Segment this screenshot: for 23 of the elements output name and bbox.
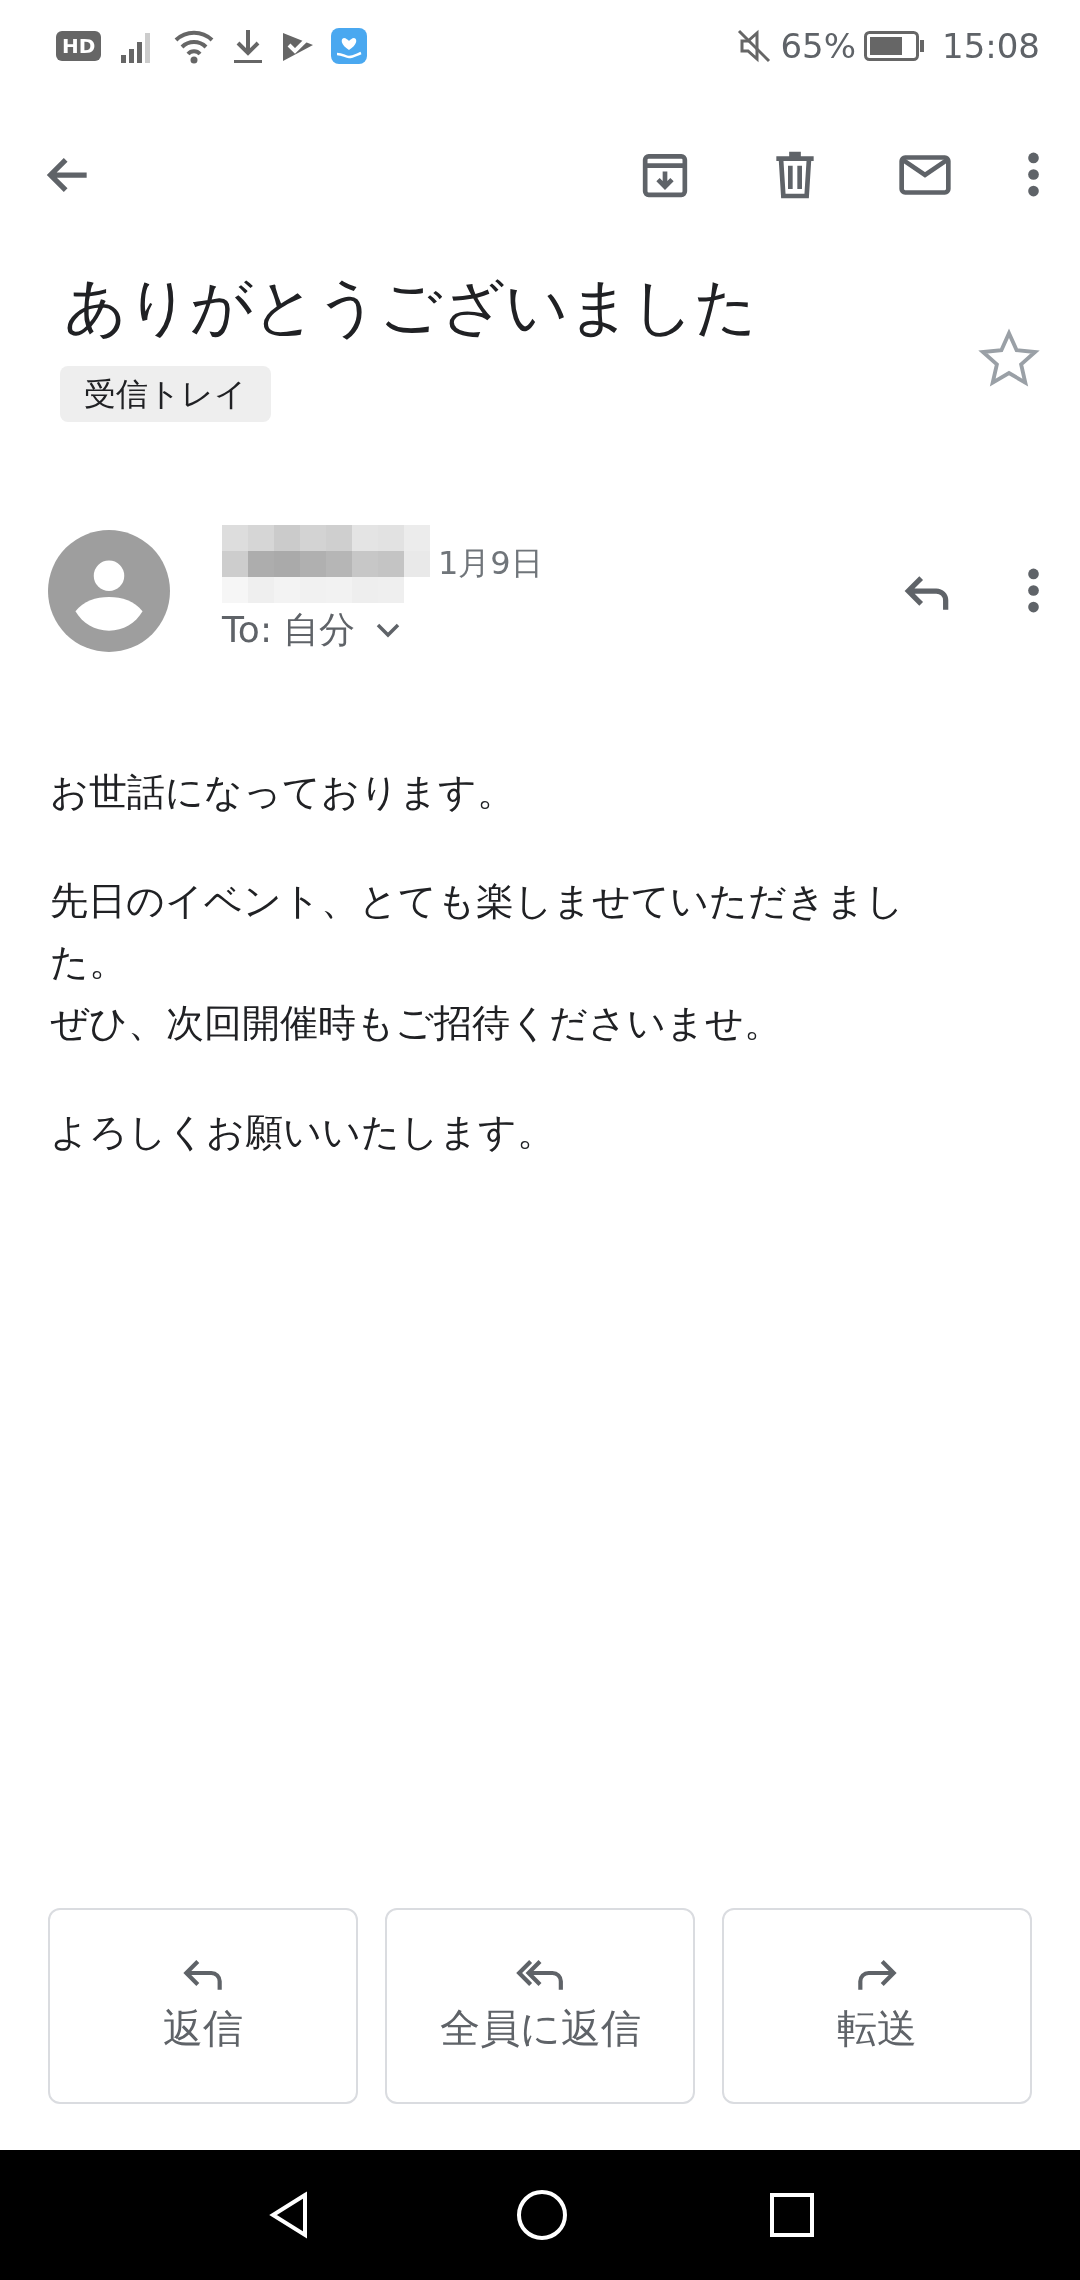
- more-options-icon: [1027, 568, 1040, 614]
- reply-button[interactable]: 返信: [48, 1908, 358, 2104]
- more-options-icon: [1027, 152, 1040, 197]
- battery-percent: 65%: [780, 24, 856, 68]
- mute-icon: [736, 28, 773, 64]
- forward-button[interactable]: 転送: [722, 1908, 1032, 2104]
- body-text: お世話になっております。: [50, 768, 516, 816]
- email-subject: ありがとうございました: [63, 269, 758, 345]
- recipient-dropdown[interactable]: To: 自分: [222, 602, 404, 657]
- battery-icon: [864, 31, 926, 61]
- label-chip: 受信トレイ: [60, 365, 271, 422]
- heart-hand-app-icon: [331, 28, 368, 64]
- email-date: 1月9日: [438, 542, 543, 584]
- reply-all-button[interactable]: 全員に返信: [385, 1908, 695, 2104]
- recents-square-icon[interactable]: [769, 2192, 815, 2238]
- hd-badge: HD: [56, 31, 102, 61]
- body-text: 先日のイベント、とても楽しませていただきました。: [50, 877, 905, 986]
- clock-time: 15:08: [942, 24, 1040, 68]
- avatar-icon: [48, 529, 170, 652]
- home-circle-icon[interactable]: [515, 2188, 569, 2242]
- wifi-icon: [173, 28, 216, 64]
- body-text: ぜひ、次回開催時もご招待くださいませ。: [50, 999, 783, 1047]
- body-text: よろしくお願いいたします。: [50, 1108, 556, 1156]
